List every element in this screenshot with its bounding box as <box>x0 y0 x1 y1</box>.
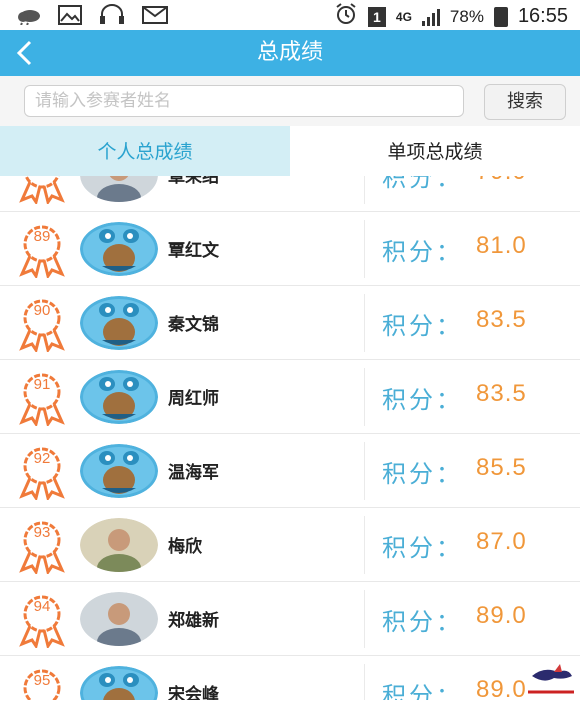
divider <box>364 442 365 500</box>
divider <box>364 516 365 574</box>
back-button[interactable] <box>10 36 44 70</box>
system-indicators: 1 4G 78% 16:55 <box>334 3 568 30</box>
default-avatar-icon <box>80 444 158 498</box>
search-button[interactable]: 搜索 <box>484 84 566 120</box>
page-title: 总成绩 <box>256 40 323 65</box>
score-value: 87.0 <box>476 528 527 555</box>
list-item[interactable]: 94 郑雄新 积分： 89.0 <box>0 582 580 656</box>
search-input[interactable] <box>24 85 464 117</box>
clock: 16:55 <box>517 5 568 27</box>
avatar[interactable] <box>80 666 158 700</box>
divider <box>364 176 365 204</box>
list-item[interactable]: 88 覃荣绍 积分： 79.0 <box>0 176 580 212</box>
score-label: 积分： <box>382 312 463 340</box>
headset-icon <box>98 4 126 30</box>
divider <box>364 294 365 352</box>
signal-icon <box>421 8 440 26</box>
participant-name: 郑雄新 <box>168 611 219 631</box>
score-value: 83.5 <box>476 380 527 407</box>
score-value: 89.0 <box>476 676 527 700</box>
divider <box>364 368 365 426</box>
list-item[interactable]: 92 温海军 积分： 85.5 <box>0 434 580 508</box>
score-value: 79.0 <box>476 176 527 186</box>
avatar[interactable] <box>80 222 158 276</box>
alarm-icon <box>334 3 358 30</box>
score-value: 81.0 <box>476 232 527 259</box>
score-label: 积分： <box>382 608 463 636</box>
score-label: 积分： <box>382 176 463 192</box>
rank-number: 93 <box>33 524 51 541</box>
chevron-left-icon <box>16 40 32 66</box>
default-avatar-icon <box>80 666 158 700</box>
list-item[interactable]: 89 覃红文 积分： 81.0 <box>0 212 580 286</box>
user-photo-icon <box>80 176 158 202</box>
title-bar: 总成绩 <box>0 30 580 76</box>
image-icon <box>58 5 82 29</box>
participant-name: 覃荣绍 <box>168 176 219 187</box>
weather-icon <box>14 5 42 29</box>
user-photo-icon <box>80 592 158 646</box>
status-bar: 1 4G 78% 16:55 <box>0 0 580 30</box>
search-bar: 搜索 <box>0 76 580 126</box>
tab-personal-total[interactable]: 个人总成绩 <box>0 126 290 176</box>
rank-number: 89 <box>33 228 51 245</box>
tab-bar: 个人总成绩 单项总成绩 <box>0 126 580 176</box>
avatar[interactable] <box>80 444 158 498</box>
ranking-list-items: 88 覃荣绍 积分： 79.0 89 覃红文 积分： 81.0 90 秦文锦 <box>0 176 580 700</box>
participant-name: 覃红文 <box>168 241 219 261</box>
list-item[interactable]: 91 周红师 积分： 83.5 <box>0 360 580 434</box>
avatar[interactable] <box>80 176 158 202</box>
user-photo-icon <box>80 518 158 572</box>
rank-number: 90 <box>33 302 51 319</box>
mail-icon <box>142 5 168 29</box>
avatar[interactable] <box>80 296 158 350</box>
score-label: 积分： <box>382 238 463 266</box>
participant-name: 温海军 <box>168 463 219 483</box>
score-value: 83.5 <box>476 306 527 333</box>
default-avatar-icon <box>80 222 158 276</box>
score-label: 积分： <box>382 682 463 700</box>
score-value: 85.5 <box>476 454 527 481</box>
avatar[interactable] <box>80 518 158 572</box>
rank-number: 92 <box>33 450 51 467</box>
participant-name: 周红师 <box>168 389 219 409</box>
rank-number: 91 <box>33 376 51 393</box>
rank-badge-icon <box>12 176 72 206</box>
battery-icon <box>493 6 508 27</box>
ranking-list[interactable]: 88 覃荣绍 积分： 79.0 89 覃红文 积分： 81.0 90 秦文锦 <box>0 176 580 700</box>
watermark-logo <box>524 662 578 698</box>
list-item[interactable]: 90 秦文锦 积分： 83.5 <box>0 286 580 360</box>
score-label: 积分： <box>382 460 463 488</box>
default-avatar-icon <box>80 370 158 424</box>
participant-name: 宋会峰 <box>168 685 219 700</box>
participant-name: 秦文锦 <box>168 315 219 335</box>
divider <box>364 590 365 648</box>
participant-name: 梅欣 <box>168 537 202 557</box>
score-label: 积分： <box>382 386 463 414</box>
rank-number: 95 <box>33 672 51 689</box>
score-value: 89.0 <box>476 602 527 629</box>
divider <box>364 220 365 278</box>
tab-single-total[interactable]: 单项总成绩 <box>290 126 580 176</box>
network-type: 4G <box>395 9 412 24</box>
notification-icons <box>14 4 168 30</box>
divider <box>364 664 365 700</box>
sim-indicator: 1 <box>367 6 386 27</box>
list-item[interactable]: 95 宋会峰 积分： 89.0 <box>0 656 580 700</box>
avatar[interactable] <box>80 370 158 424</box>
battery-percent: 78% <box>449 6 484 26</box>
list-item[interactable]: 93 梅欣 积分： 87.0 <box>0 508 580 582</box>
rank-number: 94 <box>33 598 51 615</box>
default-avatar-icon <box>80 296 158 350</box>
avatar[interactable] <box>80 592 158 646</box>
score-label: 积分： <box>382 534 463 562</box>
